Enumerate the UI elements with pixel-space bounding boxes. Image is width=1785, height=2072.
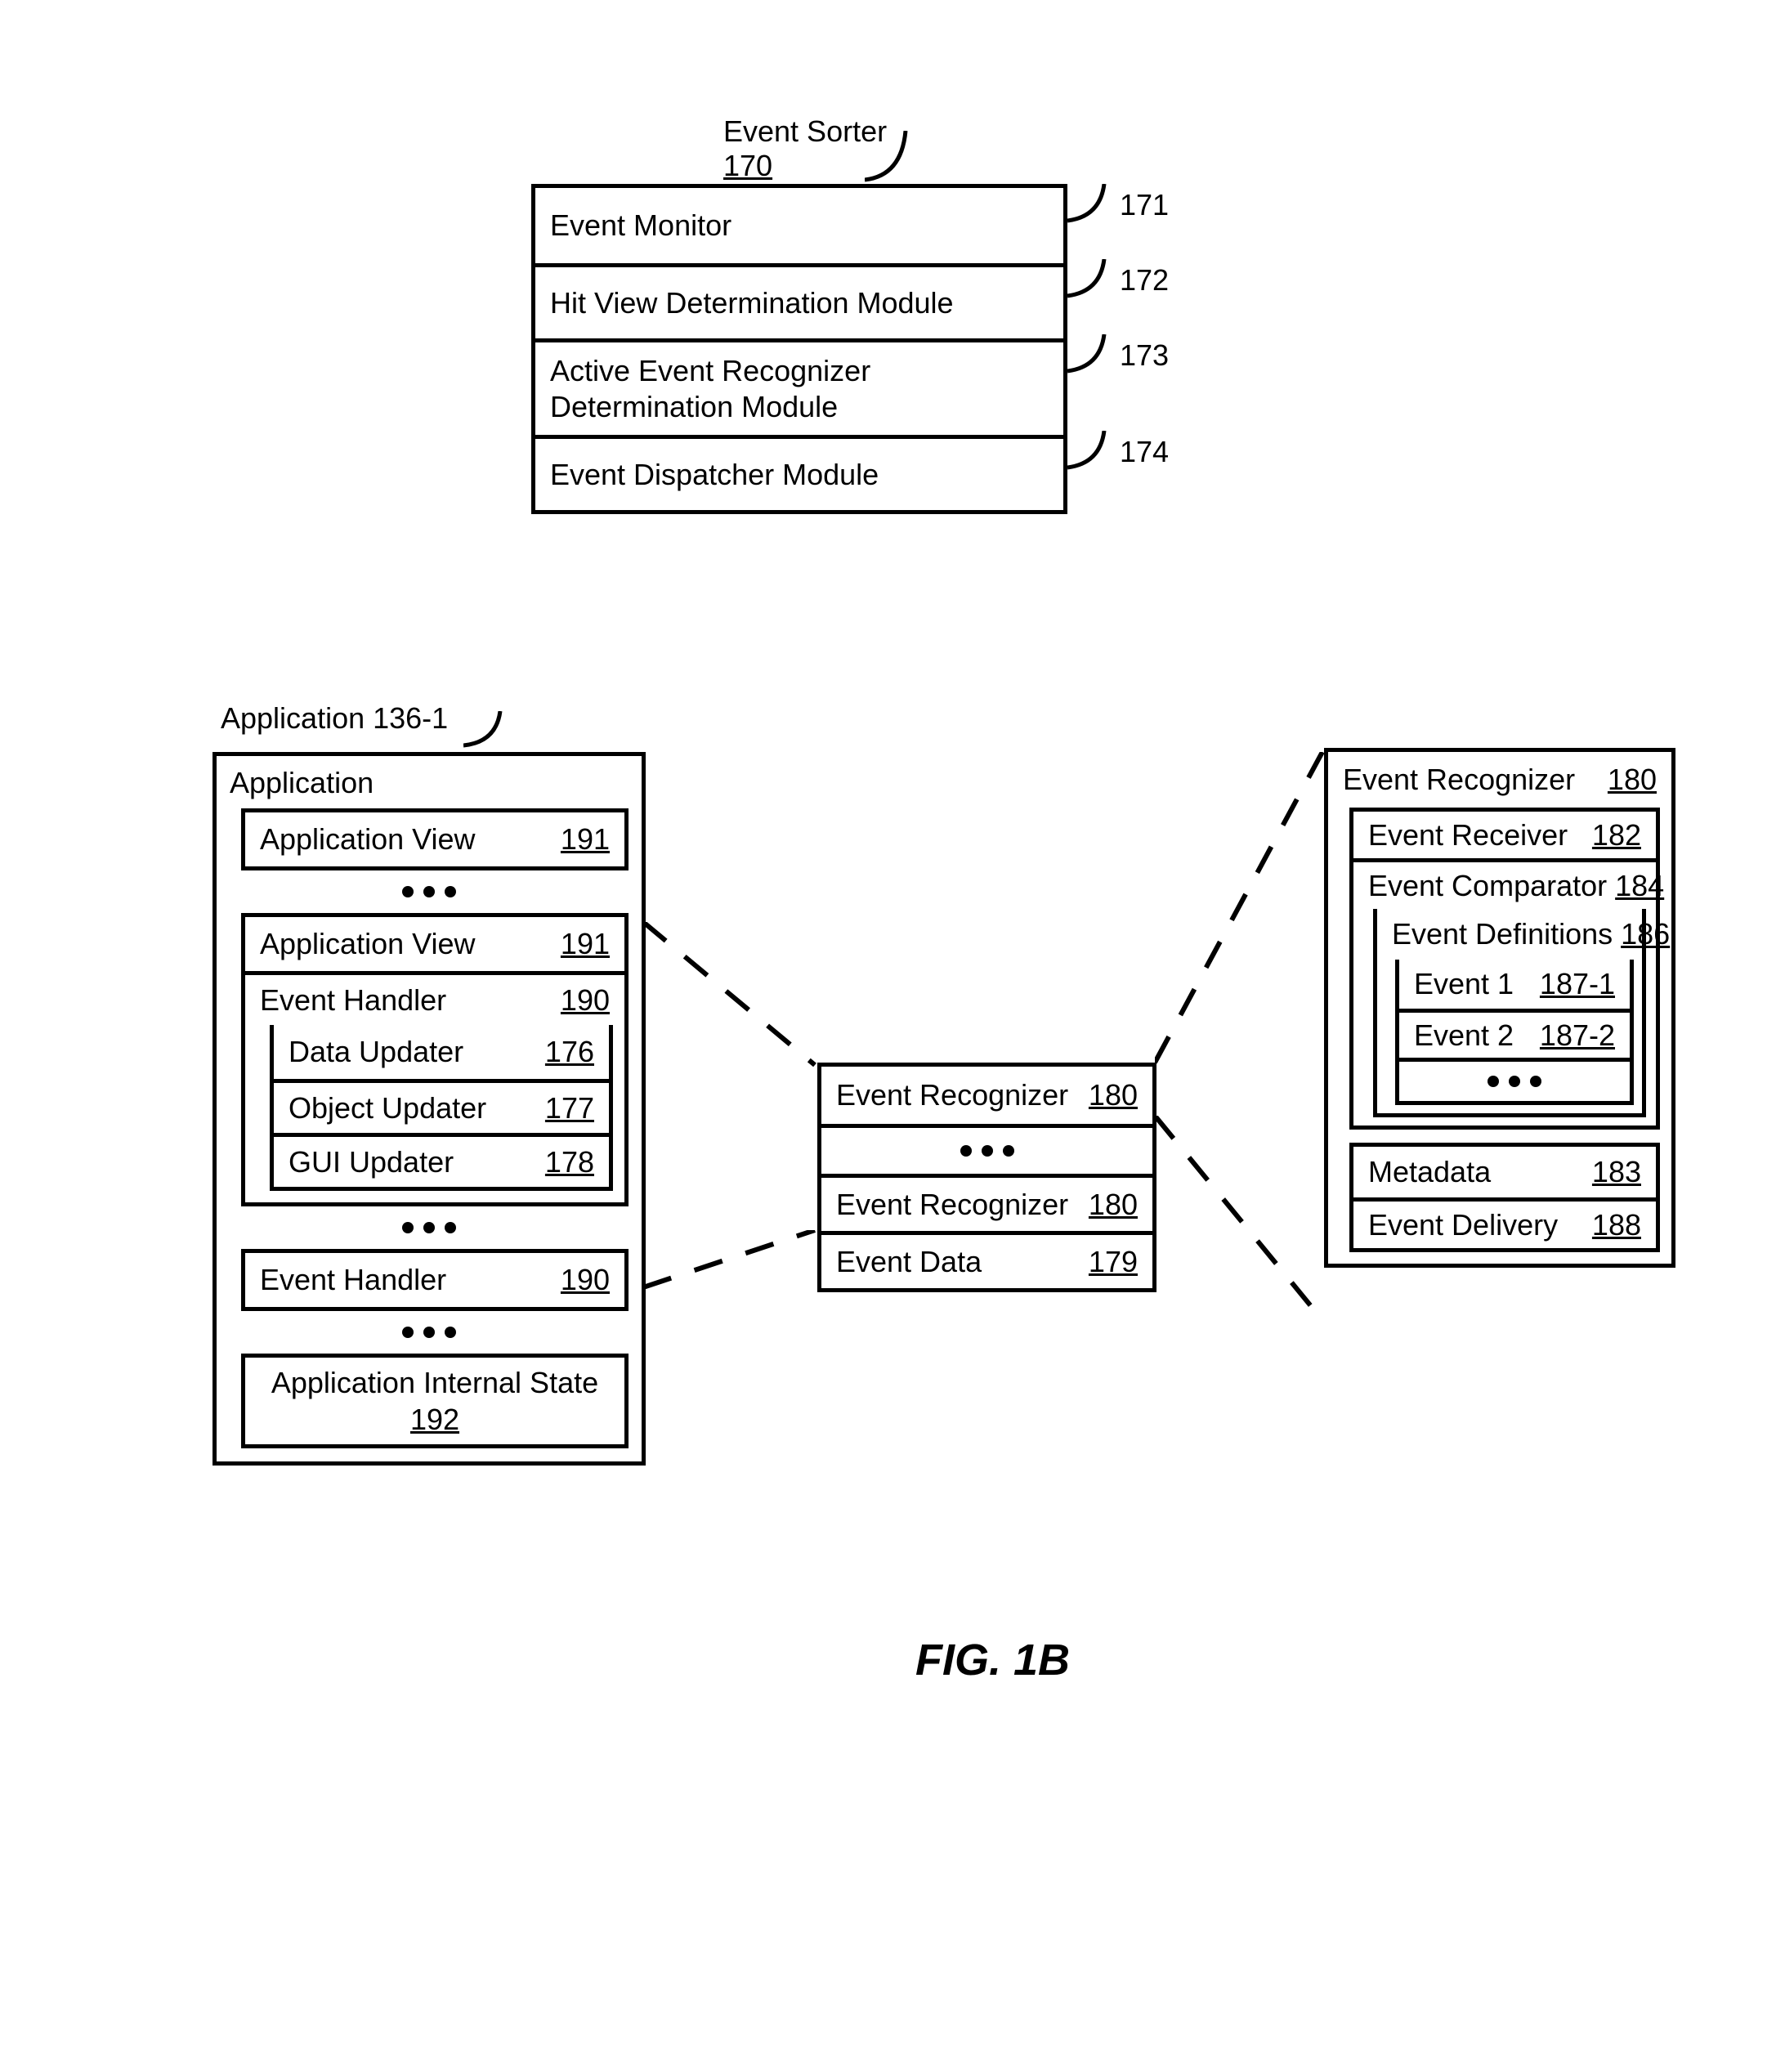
event-sorter-title: Event Sorter 170: [723, 114, 887, 183]
dash-list-to-detail-bottom: [1155, 1116, 1326, 1324]
event-receiver-row: Event Receiver 182: [1353, 808, 1656, 858]
event-sorter-box: Event Monitor Hit View Determination Mod…: [531, 184, 1067, 514]
event-handler-1-row: Event Handler 190: [245, 971, 624, 1025]
leader-170: [865, 131, 930, 188]
leader-173: [1067, 334, 1125, 383]
event-data-row: Event Data 179: [821, 1231, 1152, 1288]
event-comparator-row: Event Comparator 184: [1353, 858, 1656, 909]
list-dots: [821, 1124, 1152, 1174]
num-173: 173: [1120, 338, 1169, 373]
leader-171: [1067, 184, 1125, 233]
event-monitor-row: Event Monitor: [535, 188, 1063, 263]
event-dispatcher-row: Event Dispatcher Module: [535, 435, 1063, 510]
event-1-row: Event 1 187-1: [1399, 960, 1630, 1009]
app-dots-2: [217, 1206, 642, 1249]
delivery-row: Event Delivery 188: [1353, 1197, 1656, 1248]
detail-header: Event Recognizer 180: [1328, 752, 1671, 808]
event-definitions-row: Event Definitions 186: [1377, 909, 1642, 960]
recognizer-detail-box: Event Recognizer 180 Event Receiver 182 …: [1324, 748, 1675, 1268]
active-recognizer-row: Active Event Recognizer Determination Mo…: [535, 338, 1063, 435]
event-list-dots: [1399, 1058, 1630, 1101]
hit-view-row: Hit View Determination Module: [535, 263, 1063, 338]
app-dots-1: [217, 870, 642, 913]
object-updater-row: Object Updater 177: [274, 1079, 609, 1133]
meta-delivery-group: Metadata 183 Event Delivery 188: [1349, 1143, 1660, 1252]
application-header: Application: [217, 756, 642, 803]
diagram-page: Event Sorter 170 Event Monitor Hit View …: [0, 0, 1785, 2072]
recognizer-list-box: Event Recognizer 180 Event Recognizer 18…: [817, 1063, 1156, 1292]
num-171: 171: [1120, 188, 1169, 222]
updaters-group: Data Updater 176 Object Updater 177 GUI …: [270, 1025, 613, 1191]
event-2-row: Event 2 187-2: [1399, 1009, 1630, 1058]
gui-updater-row: GUI Updater 178: [274, 1133, 609, 1187]
leader-136-1: [463, 711, 521, 756]
event-definitions-group: Event Definitions 186 Event 1 187-1 Even…: [1373, 909, 1646, 1117]
recognizers-2: Event Recognizer 180: [821, 1174, 1152, 1231]
recognizers-1: Event Recognizer 180: [821, 1067, 1152, 1124]
dash-app-to-list-bottom: [643, 1230, 823, 1296]
leader-172: [1067, 259, 1125, 308]
num-174: 174: [1120, 435, 1169, 469]
dash-app-to-list-top: [643, 922, 823, 1069]
app-view-2: Application View 191 Event Handler 190 D…: [241, 913, 629, 1206]
num-172: 172: [1120, 263, 1169, 298]
app-view-1: Application View 191: [241, 808, 629, 870]
internal-state: Application Internal State 192: [241, 1354, 629, 1448]
event-handler-2: Event Handler 190: [241, 1249, 629, 1311]
app-dots-3: [217, 1311, 642, 1354]
figure-caption: FIG. 1B: [915, 1635, 1070, 1685]
application-title: Application 136-1: [221, 701, 448, 736]
application-box: Application Application View 191 Applica…: [212, 752, 646, 1466]
data-updater-row: Data Updater 176: [274, 1025, 609, 1079]
dash-list-to-detail-top: [1155, 752, 1326, 1067]
metadata-row: Metadata 183: [1353, 1147, 1656, 1197]
leader-174: [1067, 431, 1125, 480]
